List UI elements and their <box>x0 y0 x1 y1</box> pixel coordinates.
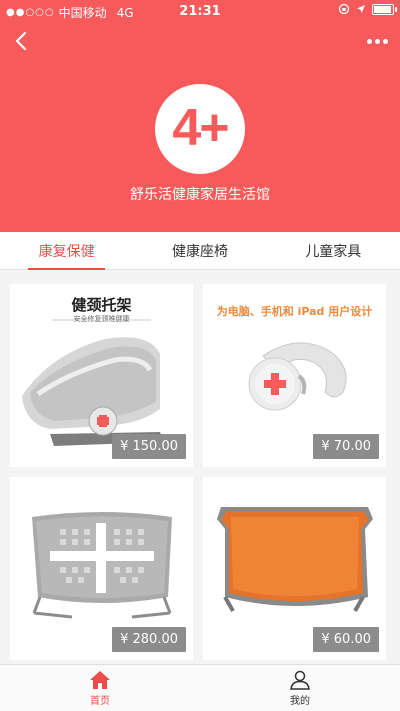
product-card[interactable]: ¥ 280.00 <box>10 477 193 660</box>
chevron-left-icon <box>15 31 27 51</box>
product-subtitle: 安全修复颈椎健康 <box>73 315 130 323</box>
tab-kids-furniture[interactable]: 儿童家具 <box>267 232 400 269</box>
user-icon <box>290 670 310 690</box>
shop-header: ●●○○○ 中国移动 4G 21:31 4+ 舒乐活健康家居生活馆 <box>0 0 400 232</box>
more-button[interactable] <box>367 32 388 50</box>
home-icon <box>90 670 110 689</box>
tab-rehab-care[interactable]: 康复保健 <box>0 232 133 270</box>
product-card[interactable]: 为电脑、手机和 iPad 用户设计 ¥ 70.00 <box>203 284 386 467</box>
product-price: ¥ 150.00 <box>112 434 186 459</box>
shop-name: 舒乐活健康家居生活馆 <box>130 187 270 203</box>
tab-health-seats[interactable]: 健康座椅 <box>133 232 266 269</box>
tabbar-home[interactable]: 首页 <box>0 665 200 711</box>
product-price: ¥ 60.00 <box>313 627 379 652</box>
location-icon <box>357 5 365 13</box>
battery-icon <box>372 3 397 15</box>
more-dots-icon <box>367 38 372 44</box>
tabbar-profile[interactable]: 我的 <box>200 665 400 711</box>
logo-text: 4+ <box>172 99 229 157</box>
tabbar-profile-label: 我的 <box>290 695 310 707</box>
product-banner: 为电脑、手机和 iPad 用户设计 <box>216 305 373 318</box>
product-price: ¥ 280.00 <box>112 627 186 652</box>
category-tabs: 康复保健 健康座椅 儿童家具 <box>0 232 400 270</box>
product-card[interactable]: ¥ 60.00 <box>203 477 386 660</box>
status-bar: ●●○○○ 中国移动 4G 21:31 <box>0 0 400 22</box>
bottom-tab-bar: 首页 我的 <box>0 664 400 711</box>
product-card[interactable]: 健颈托架 安全修复颈椎健康 ¥ 150.00 <box>10 284 193 467</box>
shop-logo: 4+ <box>155 84 245 174</box>
back-button[interactable] <box>8 28 34 54</box>
product-title: 健颈托架 <box>71 296 132 314</box>
product-price: ¥ 70.00 <box>313 434 379 459</box>
status-right <box>338 3 397 15</box>
lock-rotation-icon <box>338 3 350 15</box>
tabbar-home-label: 首页 <box>90 695 110 707</box>
